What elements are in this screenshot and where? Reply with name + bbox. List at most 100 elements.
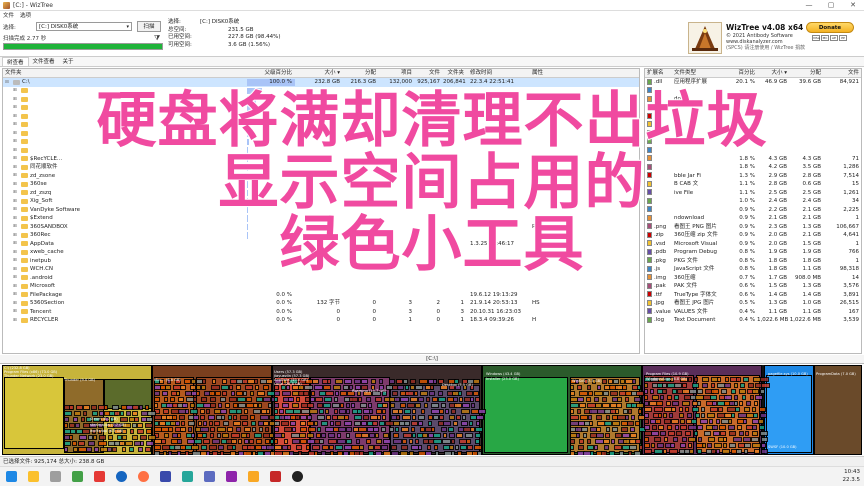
treemap-file-block[interactable]: [753, 413, 758, 418]
treemap-file-block[interactable]: [236, 409, 242, 414]
expand-toggle-icon[interactable]: ⊞: [13, 275, 20, 280]
treemap-file-block[interactable]: [590, 451, 594, 455]
treemap-file-block[interactable]: [461, 421, 468, 426]
expand-toggle-icon[interactable]: ⊞: [13, 156, 20, 161]
app-icon-12[interactable]: [270, 471, 281, 482]
treemap-file-block[interactable]: [694, 377, 698, 382]
treemap-file-block[interactable]: [736, 377, 741, 382]
treemap-file-block[interactable]: [279, 409, 284, 414]
table-row[interactable]: ⊞ Microsoft: [3, 282, 639, 291]
minimize-button[interactable]: —: [798, 0, 820, 11]
treemap-file-block[interactable]: [476, 421, 480, 426]
treemap-file-block[interactable]: [88, 441, 95, 446]
treemap-file-block[interactable]: [175, 421, 180, 426]
treemap-file-block[interactable]: [172, 415, 177, 420]
treemap-file-block[interactable]: [737, 425, 742, 430]
treemap-file-block[interactable]: [636, 403, 644, 408]
ext-row[interactable]: .pkg PKG 文件 0.8 % 1.8 GB 1.8 GB 1: [645, 257, 861, 266]
treemap-file-block[interactable]: [396, 415, 400, 420]
ext-row[interactable]: [645, 87, 861, 96]
treemap-file-block[interactable]: [314, 385, 323, 390]
ext-row[interactable]: .img 360压缩 0.7 % 1.7 GB 908.0 MB 14: [645, 274, 861, 283]
table-row[interactable]: ⊞ Tencent 0.0 % 0 0 3 0 3 20.10.31 16:23:03: [3, 308, 639, 317]
treemap-file-block[interactable]: [212, 439, 220, 444]
treemap-file-block[interactable]: [570, 439, 575, 444]
treemap-file-block[interactable]: [743, 377, 749, 382]
treemap-file-block[interactable]: [570, 451, 575, 455]
table-row[interactable]: ⊟ C:\ 100.0 % 232.8 GB 216.3 GB 132,000 925,16…: [3, 78, 639, 87]
treemap-file-block[interactable]: [146, 417, 153, 422]
treemap-file-block[interactable]: [132, 435, 138, 440]
treemap-file-block[interactable]: [739, 389, 746, 394]
treemap-file-block[interactable]: [335, 379, 343, 384]
treemap-file-block[interactable]: [668, 431, 675, 436]
app-icon-11[interactable]: [248, 471, 259, 482]
treemap-file-block[interactable]: [120, 417, 128, 422]
col-ext-files[interactable]: 文件: [823, 69, 861, 77]
treemap-file-block[interactable]: [425, 451, 432, 455]
col-alloc[interactable]: 分配: [343, 69, 379, 77]
treemap-file-block[interactable]: [400, 397, 409, 402]
treemap-file-block[interactable]: [606, 427, 610, 432]
treemap-file-block[interactable]: [603, 439, 610, 444]
treemap-file-block[interactable]: [122, 447, 126, 452]
col-ext-alloc[interactable]: 分配: [789, 69, 823, 77]
ext-row[interactable]: .dll 应用程序扩展 20.1 % 46.9 GB 39.6 GB 84,921: [645, 78, 861, 87]
treemap-file-block[interactable]: [374, 445, 381, 450]
treemap-file-block[interactable]: [594, 397, 599, 402]
treemap-file-block[interactable]: [438, 397, 446, 402]
treemap-file-block[interactable]: [760, 389, 765, 394]
treemap-file-block[interactable]: [473, 379, 480, 384]
treemap-file-block[interactable]: [232, 445, 236, 450]
treemap-file-block[interactable]: [735, 407, 740, 412]
treemap-file-block[interactable]: [373, 427, 379, 432]
ext-row[interactable]: .js JavaScript 文件 0.8 % 1.8 GB 1.1 GB 98,318: [645, 265, 861, 274]
treemap-file-block[interactable]: [723, 443, 727, 448]
treemap-file-block[interactable]: [418, 445, 422, 450]
treemap-file-block[interactable]: [64, 423, 68, 428]
treemap-file-block[interactable]: [354, 415, 362, 420]
expand-toggle-icon[interactable]: ⊞: [13, 131, 20, 136]
treemap-file-block[interactable]: [208, 415, 215, 420]
close-button[interactable]: ✕: [842, 0, 864, 11]
treemap-file-block[interactable]: [475, 439, 480, 444]
treemap-file-block[interactable]: [412, 433, 416, 438]
expand-toggle-icon[interactable]: ⊞: [13, 199, 20, 204]
treemap-file-block[interactable]: [359, 451, 364, 455]
treemap-file-block[interactable]: [692, 383, 699, 388]
treemap-file-block[interactable]: [589, 421, 593, 426]
treemap-file-block[interactable]: [64, 411, 72, 416]
treemap-file-block[interactable]: [688, 437, 696, 442]
treemap-file-block[interactable]: [381, 445, 388, 450]
treemap-file-block[interactable]: [246, 433, 250, 438]
treemap-file-block[interactable]: [754, 449, 760, 454]
treemap-file-block[interactable]: [744, 449, 748, 454]
treemap-file-block[interactable]: [671, 407, 676, 412]
treemap-file-block[interactable]: [475, 433, 481, 438]
treemap-file-block[interactable]: [748, 383, 754, 388]
treemap-file-block[interactable]: [651, 431, 659, 436]
treemap-file-block[interactable]: [322, 445, 329, 450]
treemap-file-block[interactable]: [274, 427, 279, 432]
treemap-file-block[interactable]: [579, 403, 586, 408]
treemap-file-block[interactable]: [265, 427, 269, 432]
treemap-file-block[interactable]: [190, 409, 198, 414]
treemap-file-block[interactable]: [306, 445, 310, 450]
treemap-file-block[interactable]: [674, 395, 679, 400]
treemap-file-block[interactable]: [193, 397, 197, 402]
treemap-file-block[interactable]: [351, 403, 355, 408]
treemap-file-block[interactable]: [414, 391, 418, 396]
treemap-file-block[interactable]: [317, 415, 325, 420]
treemap-file-block[interactable]: [475, 397, 480, 402]
treemap-file-block[interactable]: [170, 397, 175, 402]
treemap-file-block[interactable]: [657, 443, 664, 448]
col-ext[interactable]: 扩展名: [645, 69, 673, 77]
treemap-file-block[interactable]: [164, 397, 168, 402]
treemap-file-block[interactable]: [243, 451, 252, 455]
treemap-file-block[interactable]: [334, 397, 338, 402]
treemap-file-block[interactable]: [296, 445, 302, 450]
treemap-file-block[interactable]: [694, 431, 698, 436]
treemap-file-block[interactable]: [383, 439, 391, 444]
treemap-file-block[interactable]: [290, 421, 296, 426]
expand-toggle-icon[interactable]: ⊞: [13, 292, 20, 297]
